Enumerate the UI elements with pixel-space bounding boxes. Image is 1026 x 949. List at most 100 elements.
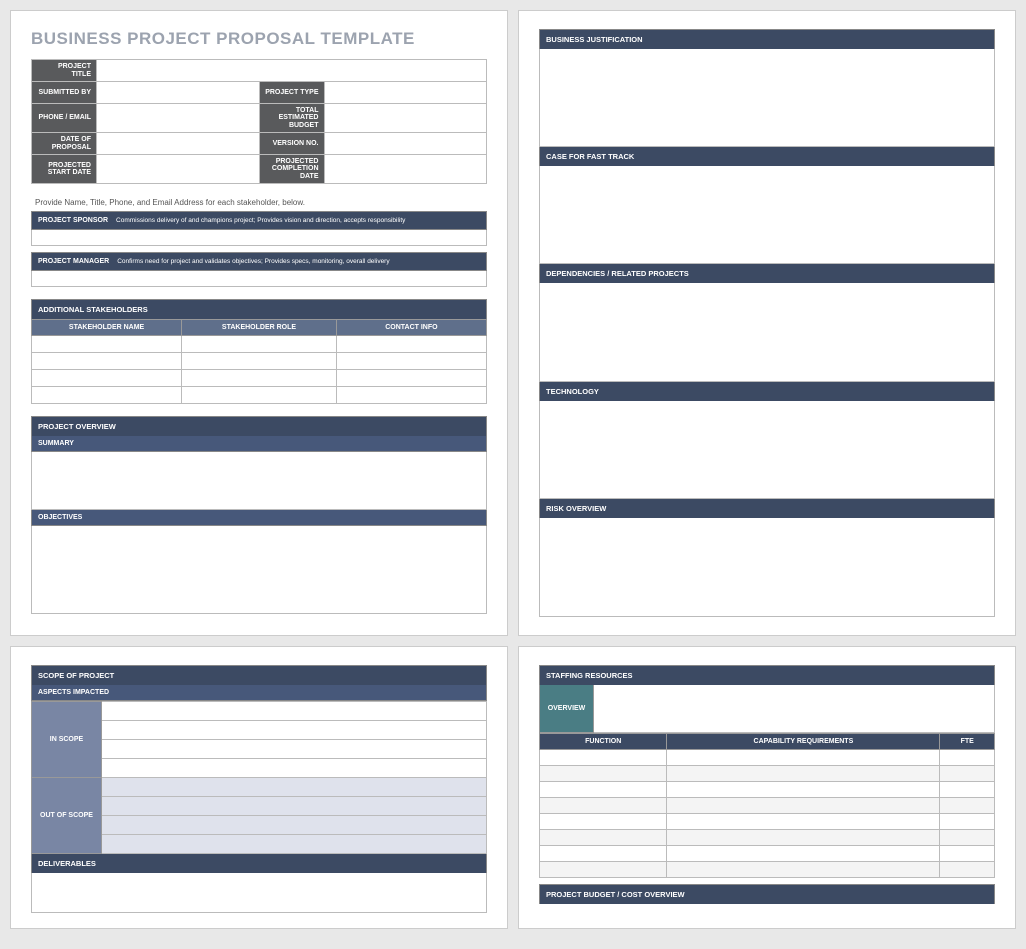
label-project-type: PROJECT TYPE xyxy=(259,82,324,104)
stk-cell[interactable] xyxy=(336,353,486,370)
summary-label: SUMMARY xyxy=(31,436,487,452)
value-projected-completion[interactable] xyxy=(324,155,487,184)
staff-cell[interactable] xyxy=(667,862,940,878)
value-project-title[interactable] xyxy=(97,60,487,82)
in-scope-cell[interactable] xyxy=(102,721,487,740)
staff-cell[interactable] xyxy=(940,814,995,830)
staff-cell[interactable] xyxy=(940,750,995,766)
seg-business-justification: BUSINESS JUSTIFICATION xyxy=(539,29,995,147)
stk-col-name: STAKEHOLDER NAME xyxy=(32,320,182,336)
stk-cell[interactable] xyxy=(182,336,337,353)
staff-cell[interactable] xyxy=(667,766,940,782)
manager-input[interactable] xyxy=(31,271,487,287)
sponsor-label: PROJECT SPONSOR xyxy=(38,217,108,224)
value-total-budget[interactable] xyxy=(324,104,487,133)
stk-cell[interactable] xyxy=(32,387,182,404)
manager-label: PROJECT MANAGER xyxy=(38,258,109,265)
page-2: BUSINESS JUSTIFICATION CASE FOR FAST TRA… xyxy=(518,10,1016,636)
staff-cell[interactable] xyxy=(940,782,995,798)
out-scope-cell[interactable] xyxy=(102,835,487,854)
in-scope-cell[interactable] xyxy=(102,759,487,778)
staff-cell[interactable] xyxy=(940,846,995,862)
scope-table: IN SCOPE OUT OF SCOPE xyxy=(31,701,487,854)
summary-box[interactable] xyxy=(31,452,487,510)
dependencies-label: DEPENDENCIES / RELATED PROJECTS xyxy=(539,264,995,283)
label-projected-completion: PROJECTED COMPLETION DATE xyxy=(259,155,324,184)
business-justification-box[interactable] xyxy=(539,49,995,147)
stk-cell[interactable] xyxy=(336,370,486,387)
out-scope-cell[interactable] xyxy=(102,797,487,816)
staff-cell[interactable] xyxy=(540,766,667,782)
out-scope-cell[interactable] xyxy=(102,778,487,797)
document-title: BUSINESS PROJECT PROPOSAL TEMPLATE xyxy=(31,29,487,49)
staffing-overview-label: OVERVIEW xyxy=(539,685,594,733)
stk-cell[interactable] xyxy=(182,370,337,387)
staff-cell[interactable] xyxy=(540,798,667,814)
objectives-box[interactable] xyxy=(31,526,487,614)
technology-box[interactable] xyxy=(539,401,995,500)
stk-cell[interactable] xyxy=(32,353,182,370)
stakeholder-instruction: Provide Name, Title, Phone, and Email Ad… xyxy=(35,198,487,207)
staff-col-fte: FTE xyxy=(940,734,995,750)
staff-cell[interactable] xyxy=(667,750,940,766)
value-projected-start[interactable] xyxy=(97,155,260,184)
staff-cell[interactable] xyxy=(667,798,940,814)
sponsor-desc: Commissions delivery of and champions pr… xyxy=(116,217,405,224)
stk-cell[interactable] xyxy=(182,387,337,404)
out-scope-cell[interactable] xyxy=(102,816,487,835)
staff-cell[interactable] xyxy=(667,846,940,862)
value-version-no[interactable] xyxy=(324,133,487,155)
staff-cell[interactable] xyxy=(940,766,995,782)
in-scope-cell[interactable] xyxy=(102,740,487,759)
label-version-no: VERSION NO. xyxy=(259,133,324,155)
label-total-budget: TOTAL ESTIMATED BUDGET xyxy=(259,104,324,133)
stk-cell[interactable] xyxy=(336,387,486,404)
seg-risk: RISK OVERVIEW xyxy=(539,499,995,617)
seg-fast-track: CASE FOR FAST TRACK xyxy=(539,147,995,265)
page-1: BUSINESS PROJECT PROPOSAL TEMPLATE PROJE… xyxy=(10,10,508,636)
aspects-label: ASPECTS IMPACTED xyxy=(31,685,487,701)
project-manager-bar: PROJECT MANAGER Confirms need for projec… xyxy=(31,252,487,271)
staff-cell[interactable] xyxy=(667,782,940,798)
label-date-proposal: DATE OF PROPOSAL xyxy=(32,133,97,155)
staff-cell[interactable] xyxy=(940,830,995,846)
staffing-overview-row: OVERVIEW xyxy=(539,685,995,733)
value-project-type[interactable] xyxy=(324,82,487,104)
staff-cell[interactable] xyxy=(667,830,940,846)
stk-cell[interactable] xyxy=(32,370,182,387)
sponsor-input[interactable] xyxy=(31,230,487,246)
staff-cell[interactable] xyxy=(540,846,667,862)
label-phone-email: PHONE / EMAIL xyxy=(32,104,97,133)
staff-cell[interactable] xyxy=(540,830,667,846)
scope-header: SCOPE OF PROJECT xyxy=(31,665,487,685)
value-phone-email[interactable] xyxy=(97,104,260,133)
staff-cell[interactable] xyxy=(940,862,995,878)
deliverables-box[interactable] xyxy=(31,873,487,913)
seg-technology: TECHNOLOGY xyxy=(539,382,995,500)
staff-cell[interactable] xyxy=(540,782,667,798)
in-scope-cell[interactable] xyxy=(102,702,487,721)
business-justification-label: BUSINESS JUSTIFICATION xyxy=(539,29,995,49)
stk-cell[interactable] xyxy=(182,353,337,370)
staff-col-capability: CAPABILITY REQUIREMENTS xyxy=(667,734,940,750)
fast-track-box[interactable] xyxy=(539,166,995,265)
dependencies-box[interactable] xyxy=(539,283,995,382)
budget-header: PROJECT BUDGET / COST OVERVIEW xyxy=(539,884,995,904)
label-submitted-by: SUBMITTED BY xyxy=(32,82,97,104)
risk-label: RISK OVERVIEW xyxy=(539,499,995,518)
stk-cell[interactable] xyxy=(32,336,182,353)
label-projected-start: PROJECTED START DATE xyxy=(32,155,97,184)
staff-cell[interactable] xyxy=(940,798,995,814)
value-submitted-by[interactable] xyxy=(97,82,260,104)
stk-cell[interactable] xyxy=(336,336,486,353)
staff-cell[interactable] xyxy=(540,750,667,766)
stk-col-contact: CONTACT INFO xyxy=(336,320,486,336)
staff-cell[interactable] xyxy=(540,814,667,830)
staffing-overview-box[interactable] xyxy=(594,685,995,733)
staff-cell[interactable] xyxy=(667,814,940,830)
risk-box[interactable] xyxy=(539,518,995,617)
technology-label: TECHNOLOGY xyxy=(539,382,995,401)
staff-cell[interactable] xyxy=(540,862,667,878)
in-scope-label: IN SCOPE xyxy=(32,702,102,778)
value-date-proposal[interactable] xyxy=(97,133,260,155)
